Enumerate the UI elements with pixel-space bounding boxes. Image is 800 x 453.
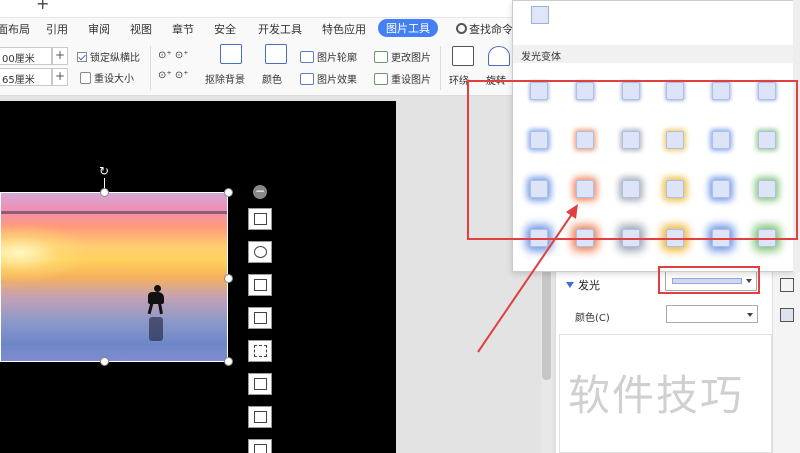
annotation-arrow: [477, 204, 578, 353]
app-window: + 页面布局 引用 审阅 视图 章节 安全 开发工具 特色应用 图片工具 查找命…: [0, 0, 800, 453]
